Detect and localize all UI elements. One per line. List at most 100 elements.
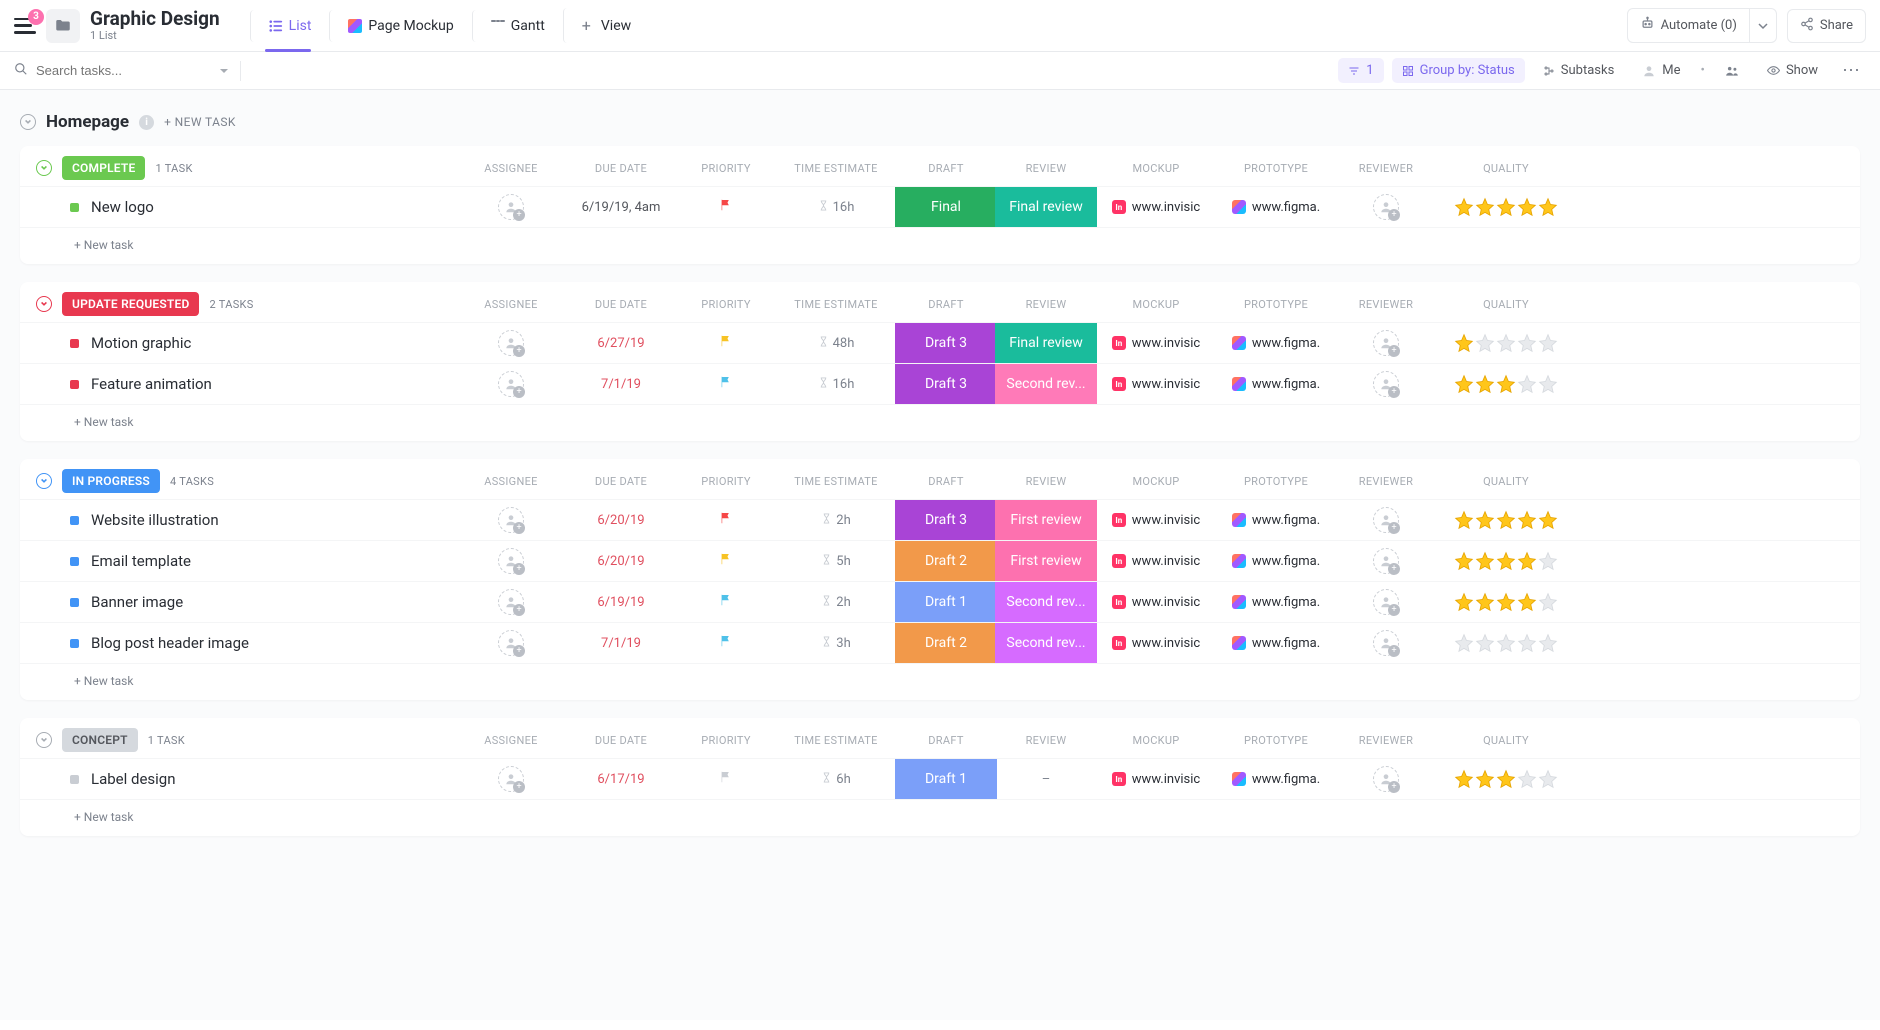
reviewer-add[interactable] xyxy=(1373,507,1399,533)
reviewer-add[interactable] xyxy=(1373,766,1399,792)
draft-cell[interactable]: Draft 2 xyxy=(895,623,997,663)
tab-gantt[interactable]: Gantt xyxy=(472,10,559,42)
star-icon[interactable] xyxy=(1517,333,1537,353)
task-row[interactable]: New logo 6/19/19, 4am 16h Final Final re… xyxy=(20,186,1860,227)
star-icon[interactable] xyxy=(1475,769,1495,789)
star-icon[interactable] xyxy=(1538,769,1558,789)
reviewer-add[interactable] xyxy=(1373,194,1399,220)
add-view-button[interactable]: + View xyxy=(563,8,645,43)
review-cell[interactable]: Second rev... xyxy=(995,582,1097,622)
star-icon[interactable] xyxy=(1538,374,1558,394)
assignee-add[interactable] xyxy=(498,548,524,574)
star-icon[interactable] xyxy=(1496,374,1516,394)
task-row[interactable]: Blog post header image 7/1/19 3h Draft 2… xyxy=(20,622,1860,663)
filter-button[interactable]: 1 xyxy=(1338,58,1383,83)
reviewer-add[interactable] xyxy=(1373,371,1399,397)
prototype-link[interactable]: www.figma. xyxy=(1216,636,1336,651)
due-date[interactable]: 6/27/19 xyxy=(566,336,676,351)
priority-cell[interactable] xyxy=(676,375,776,393)
new-task-header-button[interactable]: + NEW TASK xyxy=(164,115,236,129)
reviewer-add[interactable] xyxy=(1373,630,1399,656)
due-date[interactable]: 7/1/19 xyxy=(566,377,676,392)
star-icon[interactable] xyxy=(1538,592,1558,612)
prototype-link[interactable]: www.figma. xyxy=(1216,772,1336,787)
priority-cell[interactable] xyxy=(676,770,776,788)
time-estimate[interactable]: 2h xyxy=(776,513,896,528)
draft-cell[interactable]: Draft 2 xyxy=(895,541,997,581)
reviewer-add[interactable] xyxy=(1373,548,1399,574)
reviewer-add[interactable] xyxy=(1373,330,1399,356)
star-icon[interactable] xyxy=(1538,333,1558,353)
time-estimate[interactable]: 48h xyxy=(776,336,896,351)
star-icon[interactable] xyxy=(1517,633,1537,653)
time-estimate[interactable]: 16h xyxy=(776,377,896,392)
task-row[interactable]: Label design 6/17/19 6h Draft 1 – www.in… xyxy=(20,758,1860,799)
quality-rating[interactable] xyxy=(1436,333,1576,353)
show-button[interactable]: Show xyxy=(1757,58,1828,83)
draft-cell[interactable]: Draft 3 xyxy=(895,323,997,363)
time-estimate[interactable]: 2h xyxy=(776,595,896,610)
task-row[interactable]: Feature animation 7/1/19 16h Draft 3 Sec… xyxy=(20,363,1860,404)
star-icon[interactable] xyxy=(1454,551,1474,571)
quality-rating[interactable] xyxy=(1436,551,1576,571)
mockup-link[interactable]: www.invisic xyxy=(1096,336,1216,351)
assignee-add[interactable] xyxy=(498,194,524,220)
star-icon[interactable] xyxy=(1517,510,1537,530)
assignees-button[interactable] xyxy=(1715,59,1749,83)
prototype-link[interactable]: www.figma. xyxy=(1216,336,1336,351)
task-row[interactable]: Website illustration 6/20/19 2h Draft 3 … xyxy=(20,499,1860,540)
group-collapse-toggle[interactable] xyxy=(36,296,52,312)
due-date[interactable]: 6/20/19 xyxy=(566,554,676,569)
status-chip[interactable]: UPDATE REQUESTED xyxy=(62,292,199,316)
star-icon[interactable] xyxy=(1538,510,1558,530)
main-menu-button[interactable]: 3 xyxy=(14,15,36,37)
review-cell[interactable]: Second rev... xyxy=(995,364,1097,404)
star-icon[interactable] xyxy=(1454,769,1474,789)
group-collapse-toggle[interactable] xyxy=(36,160,52,176)
task-row[interactable]: Banner image 6/19/19 2h Draft 1 Second r… xyxy=(20,581,1860,622)
assignee-add[interactable] xyxy=(498,630,524,656)
group-collapse-toggle[interactable] xyxy=(36,732,52,748)
draft-cell[interactable]: Final xyxy=(895,187,997,227)
priority-cell[interactable] xyxy=(676,593,776,611)
mockup-link[interactable]: www.invisic xyxy=(1096,636,1216,651)
mockup-link[interactable]: www.invisic xyxy=(1096,377,1216,392)
list-collapse-toggle[interactable] xyxy=(20,114,36,130)
draft-cell[interactable]: Draft 3 xyxy=(895,500,997,540)
time-estimate[interactable]: 5h xyxy=(776,554,896,569)
due-date[interactable]: 6/19/19 xyxy=(566,595,676,610)
share-button[interactable]: Share xyxy=(1787,9,1866,43)
star-icon[interactable] xyxy=(1454,592,1474,612)
time-estimate[interactable]: 16h xyxy=(776,200,896,215)
assignee-add[interactable] xyxy=(498,371,524,397)
time-estimate[interactable]: 6h xyxy=(776,772,896,787)
me-button[interactable]: Me xyxy=(1632,58,1690,83)
star-icon[interactable] xyxy=(1454,333,1474,353)
prototype-link[interactable]: www.figma. xyxy=(1216,513,1336,528)
status-chip[interactable]: CONCEPT xyxy=(62,728,138,752)
task-row[interactable]: Email template 6/20/19 5h Draft 2 First … xyxy=(20,540,1860,581)
quality-rating[interactable] xyxy=(1436,769,1576,789)
priority-cell[interactable] xyxy=(676,198,776,216)
review-cell[interactable]: – xyxy=(996,772,1096,787)
due-date[interactable]: 7/1/19 xyxy=(566,636,676,651)
mockup-link[interactable]: www.invisic xyxy=(1096,513,1216,528)
star-icon[interactable] xyxy=(1517,592,1537,612)
star-icon[interactable] xyxy=(1475,633,1495,653)
review-cell[interactable]: First review xyxy=(995,500,1097,540)
priority-cell[interactable] xyxy=(676,634,776,652)
assignee-add[interactable] xyxy=(498,330,524,356)
prototype-link[interactable]: www.figma. xyxy=(1216,200,1336,215)
mockup-link[interactable]: www.invisic xyxy=(1096,200,1216,215)
star-icon[interactable] xyxy=(1475,374,1495,394)
due-date[interactable]: 6/19/19, 4am xyxy=(566,200,676,215)
status-chip[interactable]: IN PROGRESS xyxy=(62,469,160,493)
star-icon[interactable] xyxy=(1517,374,1537,394)
quality-rating[interactable] xyxy=(1436,374,1576,394)
subtasks-button[interactable]: Subtasks xyxy=(1533,58,1625,83)
quality-rating[interactable] xyxy=(1436,633,1576,653)
draft-cell[interactable]: Draft 3 xyxy=(895,364,997,404)
new-task-row[interactable]: + New task xyxy=(20,227,1860,264)
prototype-link[interactable]: www.figma. xyxy=(1216,377,1336,392)
prototype-link[interactable]: www.figma. xyxy=(1216,554,1336,569)
